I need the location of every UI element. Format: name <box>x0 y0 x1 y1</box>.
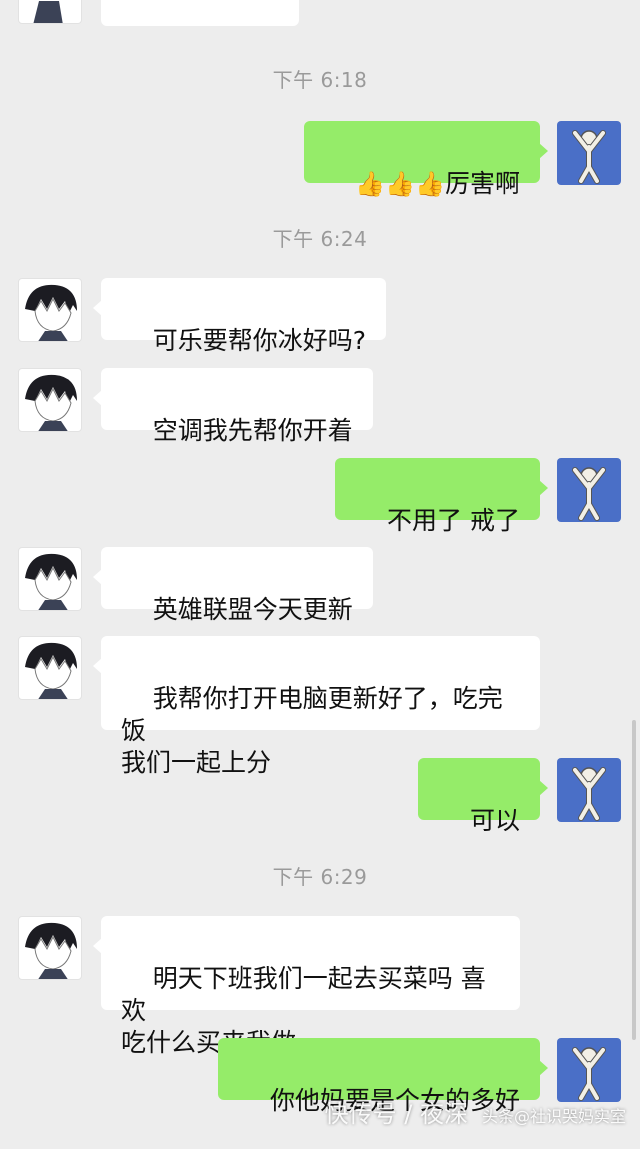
anime-boy-icon <box>25 922 77 979</box>
timestamp: 下午 6:29 <box>272 865 368 889</box>
message-text: 英雄联盟今天更新 <box>152 595 353 624</box>
anime-boy-icon <box>25 642 77 699</box>
stick-figure-icon <box>572 767 606 821</box>
message-text: 不用了 戒了 <box>387 506 520 535</box>
incoming-message-bubble[interactable]: 明天下班我们一起去买菜吗 喜欢 吃什么买来我做 <box>93 916 520 1057</box>
anime-boy-icon <box>25 374 77 431</box>
timestamp: 下午 6:18 <box>272 68 368 92</box>
my-avatar[interactable] <box>557 121 621 185</box>
stick-figure-icon <box>572 130 606 184</box>
timestamp: 下午 6:24 <box>272 227 368 251</box>
incoming-message-bubble[interactable]: 英雄联盟今天更新 <box>93 547 373 624</box>
scrollbar[interactable] <box>632 720 636 1040</box>
incoming-message-bubble[interactable]: 可乐要帮你冰好吗? <box>92 278 387 355</box>
chat-area: 下午 6:18 👍👍👍厉害啊 下午 6:24 可乐要帮你冰好吗? 空调我先帮你开… <box>0 0 640 1137</box>
thumbs-up-icon: 👍 <box>385 170 416 198</box>
stick-figure-icon <box>572 467 606 521</box>
incoming-message-bubble[interactable]: 空调我先帮你开着 <box>93 368 373 445</box>
stick-figure-icon <box>572 1047 606 1101</box>
my-avatar[interactable] <box>557 1038 621 1102</box>
my-avatar[interactable] <box>557 458 621 522</box>
my-avatar[interactable] <box>557 758 621 822</box>
message-text: 可乐要帮你冰好吗? <box>152 326 367 355</box>
incoming-message-bubble[interactable]: 我帮你打开电脑更新好了，吃完饭 我们一起上分 <box>93 636 540 777</box>
outgoing-message-bubble[interactable]: 👍👍👍厉害啊 <box>303 121 549 198</box>
anime-boy-icon <box>25 284 77 341</box>
thumbs-up-icon: 👍 <box>415 170 445 198</box>
contact-avatar[interactable] <box>18 636 82 700</box>
outgoing-message-bubble[interactable]: 可以 <box>418 758 548 835</box>
message-text: 空调我先帮你开着 <box>152 416 353 445</box>
thumbs-up-icon: 👍 <box>355 170 386 198</box>
outgoing-message-bubble[interactable]: 不用了 戒了 <box>335 458 548 535</box>
watermark-right: 头条@社识哭妈实室 <box>481 1107 626 1126</box>
contact-avatar[interactable] <box>18 916 82 980</box>
contact-avatar[interactable] <box>18 0 82 24</box>
anime-boy-icon <box>25 553 77 610</box>
incoming-message-bubble[interactable] <box>101 0 299 26</box>
watermark: 快传号 / 夜深 头条@社识哭妈实室 <box>325 1094 626 1129</box>
outgoing-message-bubble[interactable]: 你他妈要是个女的多好 <box>218 1038 548 1115</box>
contact-avatar[interactable] <box>18 278 82 342</box>
message-text: 可以 <box>469 806 520 835</box>
contact-avatar[interactable] <box>18 368 82 432</box>
contact-avatar[interactable] <box>18 547 82 611</box>
watermark-left: 快传号 / 夜深 <box>324 1100 468 1128</box>
message-text: 厉害啊 <box>444 169 520 198</box>
